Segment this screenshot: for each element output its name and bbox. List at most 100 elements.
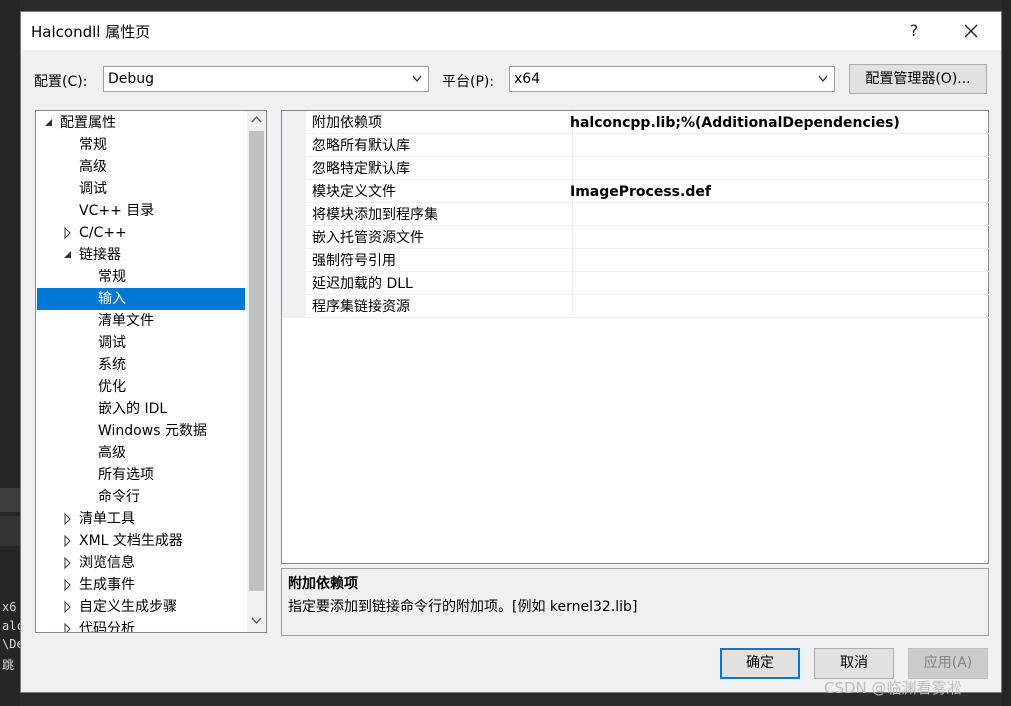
- chevron-down-icon: [818, 75, 828, 83]
- settings-tree[interactable]: 配置属性 常规 高级 调试 VC++ 目录 C/C++ 链接器 常规 输入 清单文件 调试 系统 优化嵌…: [35, 110, 267, 633]
- property-row-gutter: [282, 226, 306, 249]
- tree-item[interactable]: 系统: [36, 354, 246, 376]
- property-grid[interactable]: 附加依赖项 halconcpp.lib;%(AdditionalDependenc…: [281, 110, 992, 564]
- tree-item[interactable]: 常规: [36, 266, 246, 288]
- dialog-title: Halcondll 属性页: [31, 23, 151, 41]
- tree-item-label: 常规: [79, 137, 107, 153]
- tree-item[interactable]: 配置属性: [36, 112, 246, 134]
- property-value[interactable]: [566, 134, 992, 157]
- tree-item[interactable]: 链接器: [36, 244, 246, 266]
- property-row[interactable]: 模块定义文件 ImageProcess.def: [282, 180, 992, 203]
- ok-button[interactable]: 确定: [720, 648, 800, 679]
- tree-item-label: 命令行: [98, 489, 140, 505]
- cancel-button[interactable]: 取消: [814, 648, 894, 679]
- background-editor-panel-2: [0, 516, 20, 546]
- apply-button[interactable]: 应用(A): [908, 648, 988, 679]
- tree-item-label: 调试: [79, 181, 107, 197]
- tree-item[interactable]: 调试: [36, 332, 246, 354]
- tree-item[interactable]: XML 文档生成器: [36, 530, 246, 552]
- property-row-gutter: [282, 157, 306, 180]
- tree-item[interactable]: 输入: [37, 288, 245, 310]
- config-select-value: Debug: [108, 71, 155, 87]
- tree-scroll-thumb[interactable]: [249, 131, 264, 591]
- tree-item[interactable]: 生成事件: [36, 574, 246, 596]
- config-select[interactable]: Debug: [103, 66, 429, 92]
- property-name: 强制符号引用: [306, 249, 573, 272]
- property-row[interactable]: 附加依赖项 halconcpp.lib;%(AdditionalDependenc…: [282, 111, 992, 134]
- tree-item[interactable]: C/C++: [36, 222, 246, 244]
- property-name: 延迟加载的 DLL: [306, 272, 573, 295]
- tree-item-label: C/C++: [79, 225, 127, 241]
- description-panel: 附加依赖项 指定要添加到链接命令行的附加项。[例如 kernel32.lib]: [281, 568, 989, 636]
- property-value[interactable]: [566, 295, 992, 318]
- property-value[interactable]: [566, 272, 992, 295]
- property-row[interactable]: 忽略所有默认库: [282, 134, 992, 157]
- property-value[interactable]: halconcpp.lib;%(AdditionalDependencies): [566, 111, 992, 134]
- tree-item[interactable]: 清单工具: [36, 508, 246, 530]
- platform-select[interactable]: x64: [509, 66, 835, 92]
- watermark: CSDN @临渊看雾凇: [824, 679, 962, 697]
- tree-item[interactable]: 高级: [36, 156, 246, 178]
- tree-item-label: 高级: [98, 445, 126, 461]
- tree-item[interactable]: 调试: [36, 178, 246, 200]
- tree-item-label: XML 文档生成器: [79, 533, 183, 549]
- tree-item-label: VC++ 目录: [79, 203, 155, 219]
- collapse-triangle-icon[interactable]: [62, 574, 74, 596]
- property-name: 忽略特定默认库: [306, 157, 573, 180]
- collapse-triangle-icon[interactable]: [62, 552, 74, 574]
- property-value[interactable]: [566, 249, 992, 272]
- tree-item-label: 输入: [98, 291, 126, 307]
- collapse-triangle-icon[interactable]: [62, 618, 74, 633]
- chevron-down-icon: [412, 75, 422, 83]
- property-name: 模块定义文件: [306, 180, 573, 203]
- property-name: 嵌入托管资源文件: [306, 226, 573, 249]
- tree-item-label: 代码分析: [79, 621, 135, 633]
- scroll-down-icon[interactable]: [247, 611, 266, 629]
- collapse-triangle-icon[interactable]: [62, 530, 74, 552]
- tree-item[interactable]: 代码分析: [36, 618, 246, 633]
- property-row[interactable]: 程序集链接资源: [282, 295, 992, 318]
- tree-item-label: 高级: [79, 159, 107, 175]
- property-value[interactable]: ImageProcess.def: [566, 180, 992, 203]
- tree-item[interactable]: 浏览信息: [36, 552, 246, 574]
- tree-item[interactable]: 命令行: [36, 486, 246, 508]
- property-value[interactable]: [566, 226, 992, 249]
- tree-item[interactable]: 优化: [36, 376, 246, 398]
- background-text-1: x6: [2, 600, 17, 614]
- property-value[interactable]: [566, 157, 992, 180]
- help-button[interactable]: ?: [894, 18, 934, 44]
- tree-item[interactable]: 高级: [36, 442, 246, 464]
- tree-item[interactable]: 所有选项: [36, 464, 246, 486]
- tree-item[interactable]: VC++ 目录: [36, 200, 246, 222]
- property-row[interactable]: 将模块添加到程序集: [282, 203, 992, 226]
- tree-item-label: 清单工具: [79, 511, 135, 527]
- tree-item[interactable]: Windows 元数据: [36, 420, 246, 442]
- background-editor-panel: [0, 488, 20, 512]
- platform-select-value: x64: [514, 71, 541, 87]
- tree-item[interactable]: 嵌入的 IDL: [36, 398, 246, 420]
- property-name: 程序集链接资源: [306, 295, 573, 318]
- property-row[interactable]: 强制符号引用: [282, 249, 992, 272]
- tree-item-label: 系统: [98, 357, 126, 373]
- property-row-gutter: [282, 134, 306, 157]
- property-row[interactable]: 嵌入托管资源文件: [282, 226, 992, 249]
- tree-item-label: 配置属性: [60, 115, 116, 131]
- tree-item-label: 生成事件: [79, 577, 135, 593]
- collapse-triangle-icon[interactable]: [62, 222, 74, 244]
- close-button[interactable]: [951, 18, 991, 44]
- tree-item[interactable]: 自定义生成步骤: [36, 596, 246, 618]
- collapse-triangle-icon[interactable]: [62, 508, 74, 530]
- expand-triangle-icon[interactable]: [43, 112, 55, 134]
- collapse-triangle-icon[interactable]: [62, 596, 74, 618]
- property-row[interactable]: 延迟加载的 DLL: [282, 272, 992, 295]
- config-manager-button[interactable]: 配置管理器(O)...: [849, 64, 987, 94]
- scroll-up-icon[interactable]: [247, 111, 266, 129]
- property-name: 附加依赖项: [306, 111, 573, 134]
- tree-item[interactable]: 清单文件: [36, 310, 246, 332]
- property-row[interactable]: 忽略特定默认库: [282, 157, 992, 180]
- tree-scrollbar[interactable]: [247, 111, 266, 632]
- tree-item[interactable]: 常规: [36, 134, 246, 156]
- expand-triangle-icon[interactable]: [62, 244, 74, 266]
- background-text-4: 跳: [2, 658, 15, 672]
- property-value[interactable]: [566, 203, 992, 226]
